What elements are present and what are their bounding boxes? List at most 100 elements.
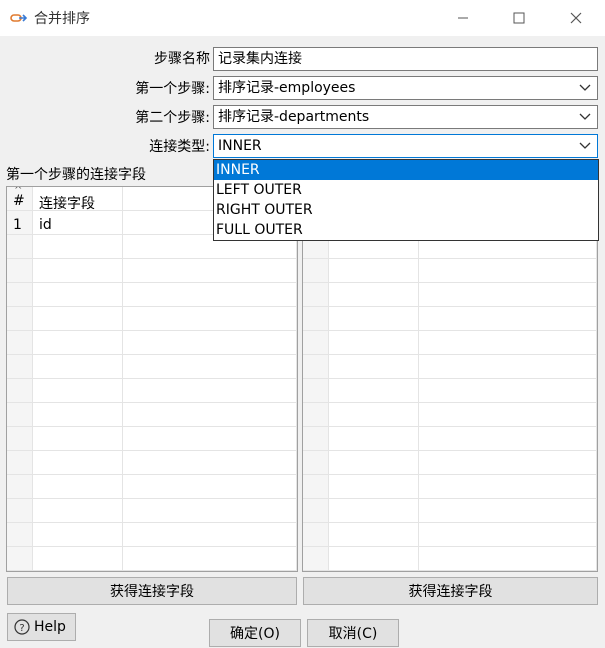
chevron-down-icon <box>579 84 591 91</box>
join-type-label: 连接类型: <box>149 139 210 155</box>
grid-cell <box>7 331 33 355</box>
grid-cell <box>419 427 597 451</box>
right-join-fields-table[interactable] <box>302 186 598 572</box>
help-label: Help <box>34 619 66 635</box>
close-button[interactable] <box>547 0 605 36</box>
maximize-icon <box>513 12 525 24</box>
step-name-input[interactable]: 记录集内连接 <box>213 47 598 71</box>
grid-cell <box>303 475 329 499</box>
grid-cell <box>123 307 297 331</box>
grid-cell <box>123 331 297 355</box>
grid-cell <box>303 523 329 547</box>
grid-cell <box>7 307 33 331</box>
grid-cell <box>7 451 33 475</box>
grid-cell <box>329 523 419 547</box>
cancel-button[interactable]: 取消(C) <box>307 619 399 647</box>
window-title: 合并排序 <box>34 11 90 27</box>
grid-cell <box>7 427 33 451</box>
grid-cell <box>123 475 297 499</box>
grid-cell <box>33 547 123 571</box>
step-name-label: 步骤名称 <box>154 51 210 67</box>
grid-cell <box>329 499 419 523</box>
grid-cell <box>123 427 297 451</box>
second-step-value: 排序记录-departments <box>218 109 370 125</box>
grid-cell <box>7 379 33 403</box>
first-step-value: 排序记录-employees <box>218 80 356 96</box>
ok-button[interactable]: 确定(O) <box>209 619 301 647</box>
grid-cell <box>7 403 33 427</box>
grid-cell <box>7 235 33 259</box>
grid-cell <box>33 451 123 475</box>
join-type-dropdown-list[interactable]: INNER LEFT OUTER RIGHT OUTER FULL OUTER <box>213 159 599 241</box>
grid-cell <box>123 379 297 403</box>
grid-cell <box>329 259 419 283</box>
maximize-button[interactable] <box>490 0 548 36</box>
grid-cell <box>303 307 329 331</box>
grid-cell <box>303 355 329 379</box>
grid-cell <box>33 355 123 379</box>
grid-cell <box>419 403 597 427</box>
second-step-label: 第二个步骤: <box>135 110 210 126</box>
grid-cell <box>329 451 419 475</box>
merge-sort-icon <box>10 14 28 22</box>
left-panel-title: 第一个步骤的连接字段 <box>6 167 146 183</box>
left-get-fields-button[interactable]: 获得连接字段 <box>7 577 297 605</box>
grid-cell <box>33 499 123 523</box>
grid-cell <box>419 331 597 355</box>
grid-cell <box>7 547 33 571</box>
right-get-fields-button[interactable]: 获得连接字段 <box>303 577 598 605</box>
grid-cell <box>123 259 297 283</box>
join-type-option-right-outer[interactable]: RIGHT OUTER <box>214 200 598 220</box>
grid-cell <box>303 379 329 403</box>
help-button[interactable]: ? Help <box>7 613 76 641</box>
chevron-down-icon <box>579 142 591 149</box>
grid-cell <box>123 355 297 379</box>
grid-cell <box>329 331 419 355</box>
grid-cell <box>33 331 123 355</box>
join-type-option-full-outer[interactable]: FULL OUTER <box>214 220 598 240</box>
first-step-select[interactable]: 排序记录-employees <box>213 76 598 100</box>
grid-cell <box>329 307 419 331</box>
minimize-button[interactable] <box>434 0 492 36</box>
grid-cell <box>419 307 597 331</box>
grid-cell <box>329 283 419 307</box>
row-field[interactable]: id <box>39 217 52 233</box>
grid-cell <box>7 283 33 307</box>
chevron-down-icon <box>579 113 591 120</box>
grid-cell <box>303 499 329 523</box>
grid-cell <box>123 499 297 523</box>
grid-cell <box>123 523 297 547</box>
join-type-select[interactable]: INNER <box>213 134 598 158</box>
grid-cell <box>123 283 297 307</box>
grid-cell <box>329 403 419 427</box>
left-join-fields-table[interactable]: ^ # 连接字段 1 id <box>6 186 298 572</box>
grid-cell <box>419 283 597 307</box>
title-bar: 合并排序 <box>0 0 605 36</box>
join-type-value: INNER <box>218 138 262 154</box>
grid-cell <box>329 547 419 571</box>
second-step-select[interactable]: 排序记录-departments <box>213 105 598 129</box>
join-type-option-inner[interactable]: INNER <box>214 160 598 180</box>
join-type-option-left-outer[interactable]: LEFT OUTER <box>214 180 598 200</box>
help-icon: ? <box>14 619 30 635</box>
grid-cell <box>329 475 419 499</box>
grid-cell <box>419 547 597 571</box>
grid-cell <box>123 547 297 571</box>
grid-cell <box>329 355 419 379</box>
grid-cell <box>7 259 33 283</box>
column-header-field: 连接字段 <box>39 196 95 212</box>
column-header-index: # <box>13 193 25 209</box>
grid-cell <box>33 283 123 307</box>
first-step-label: 第一个步骤: <box>135 81 210 97</box>
row-index: 1 <box>13 217 22 233</box>
grid-cell <box>303 427 329 451</box>
grid-cell <box>419 523 597 547</box>
grid-cell <box>33 235 123 259</box>
grid-cell <box>303 259 329 283</box>
grid-cell <box>303 331 329 355</box>
grid-cell <box>419 355 597 379</box>
close-icon <box>570 12 582 24</box>
grid-cell <box>33 403 123 427</box>
grid-cell <box>33 259 123 283</box>
grid-cell <box>7 523 33 547</box>
